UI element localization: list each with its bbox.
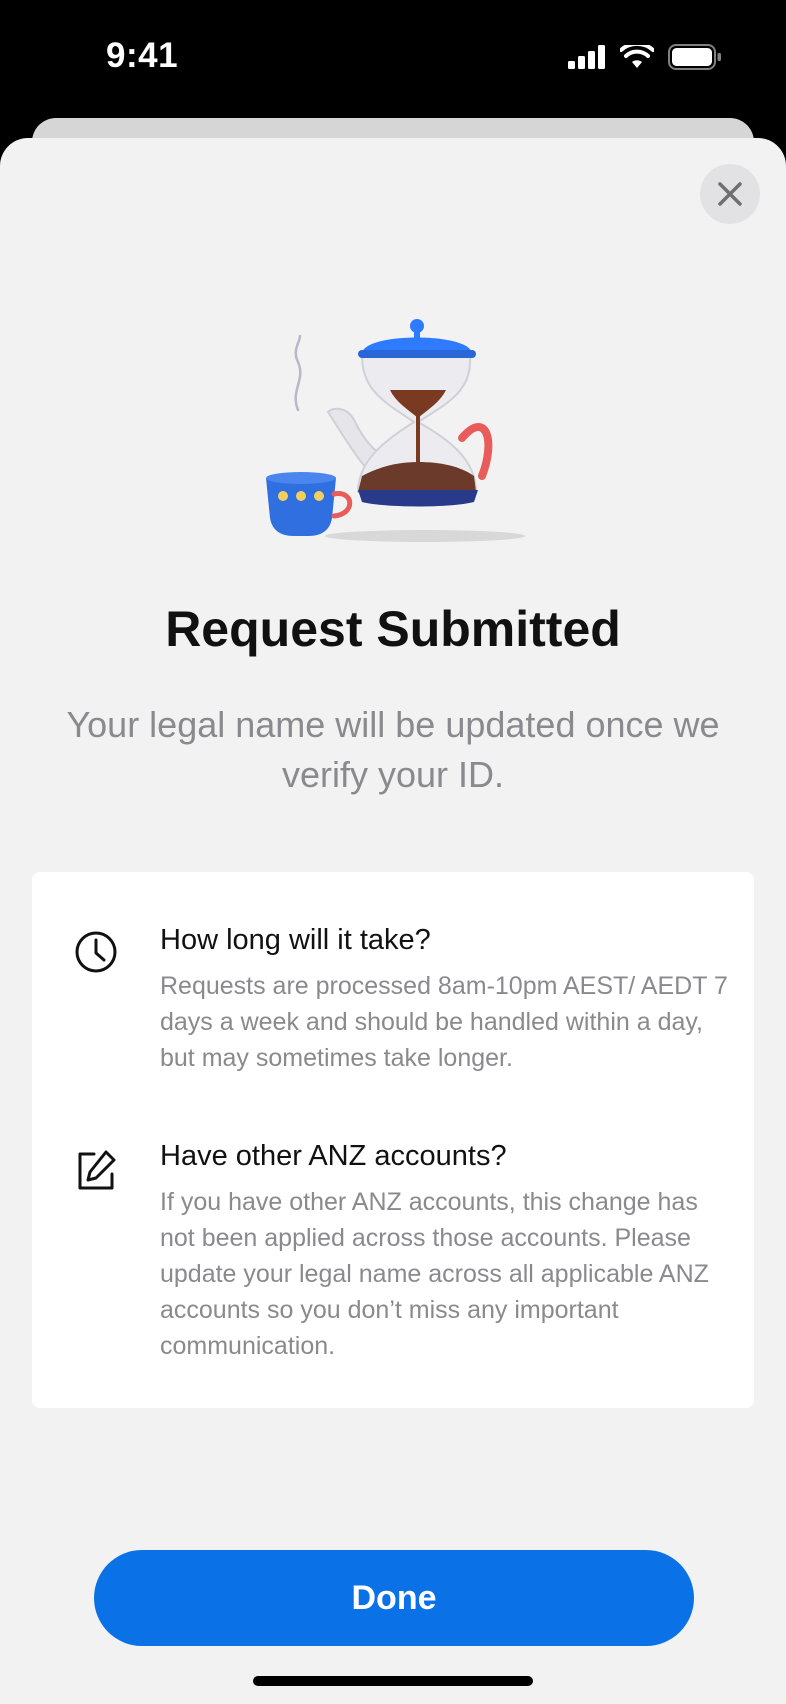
clock-icon [75, 931, 117, 973]
cellular-signal-icon [568, 45, 605, 69]
close-button[interactable] [700, 164, 760, 224]
battery-icon [668, 44, 721, 70]
done-button[interactable]: Done [94, 1550, 694, 1646]
page-title: Request Submitted [165, 601, 621, 657]
close-icon [718, 182, 742, 206]
info-title: Have other ANZ accounts? [160, 1140, 507, 1172]
info-text: If you have other ANZ accounts, this cha… [160, 1188, 709, 1360]
page-subtitle: Your legal name will be updated once we … [66, 704, 720, 795]
edit-icon [78, 1150, 116, 1190]
info-card: How long will it take? Requests are proc… [32, 872, 754, 1408]
home-indicator [253, 1676, 533, 1686]
teapot-hourglass-illustration [266, 319, 525, 542]
status-bar: 9:41 [0, 0, 786, 120]
wifi-icon [620, 45, 654, 68]
status-time: 9:41 [106, 36, 179, 75]
info-text: Requests are processed 8am-10pm AEST/ AE… [160, 972, 728, 1072]
status-icons [568, 44, 722, 70]
info-title: How long will it take? [160, 924, 431, 956]
